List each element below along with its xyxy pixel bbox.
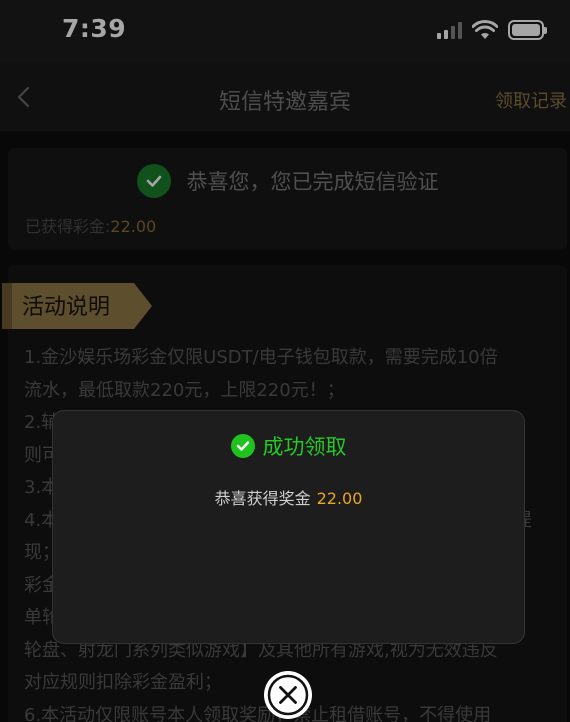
dialog-message: 恭喜获得奖金 22.00 [53,485,524,509]
close-dialog-button[interactable] [264,671,312,719]
dialog-header: 成功领取 [53,431,524,461]
success-dialog: 成功领取 恭喜获得奖金 22.00 [52,410,525,644]
dialog-title: 成功领取 [262,435,347,459]
success-check-icon [230,434,255,458]
dialog-amount: 22.00 [316,489,363,508]
dialog-message-text: 恭喜获得奖金 [214,489,311,508]
close-icon [267,674,309,716]
